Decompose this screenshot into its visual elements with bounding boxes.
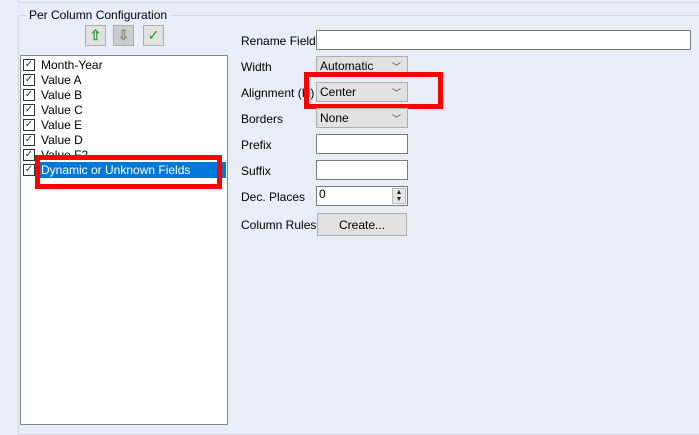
field-list[interactable]: ✓ Month-Year ✓ Value A ✓ Value B ✓ Value C ✓…: [20, 55, 228, 425]
chevron-down-icon: ﹀: [391, 61, 401, 72]
chevron-down-icon: ﹀: [391, 113, 401, 124]
arrow-up-icon: ⇧: [89, 27, 102, 43]
check-all-button[interactable]: ✓: [143, 25, 164, 46]
rename-field-label: Rename Field: [241, 34, 316, 48]
borders-select[interactable]: None ﹀: [316, 108, 408, 128]
checkmark-icon: ✓: [147, 27, 160, 43]
suffix-label: Suffix: [241, 164, 271, 178]
borders-label: Borders: [241, 112, 284, 126]
column-rules-label: Column Rules: [241, 218, 317, 232]
move-up-button[interactable]: ⇧: [85, 25, 106, 46]
checkbox[interactable]: ✓: [23, 58, 35, 71]
list-item[interactable]: ✓ Value D: [23, 132, 226, 147]
rename-field-input[interactable]: [316, 30, 691, 50]
borders-value: None: [320, 111, 349, 125]
width-value: Automatic: [320, 59, 374, 73]
group-title: Per Column Configuration: [26, 8, 171, 22]
spinner-arrows-icon[interactable]: ▲ ▼: [392, 188, 406, 204]
move-down-button[interactable]: ⇩: [113, 25, 134, 46]
checkbox[interactable]: ✓: [23, 133, 35, 146]
checkbox[interactable]: ✓: [23, 88, 35, 101]
create-rule-button[interactable]: Create...: [317, 213, 407, 236]
checkbox[interactable]: ✓: [23, 103, 35, 116]
suffix-input[interactable]: [316, 160, 408, 180]
width-label: Width: [241, 60, 272, 74]
highlight-box-alignment: [304, 72, 443, 109]
prefix-input[interactable]: [316, 134, 408, 154]
dec-places-value: 0: [319, 187, 326, 201]
list-item[interactable]: ✓ Value A: [23, 72, 226, 87]
list-item[interactable]: ✓ Month-Year: [23, 57, 226, 72]
dec-places-label: Dec. Places: [241, 190, 306, 204]
arrow-down-icon: ⇩: [117, 27, 130, 43]
checkbox[interactable]: ✓: [23, 163, 35, 176]
prefix-label: Prefix: [241, 138, 272, 152]
list-item[interactable]: ✓ Value E: [23, 117, 226, 132]
checkbox[interactable]: ✓: [23, 118, 35, 131]
list-item[interactable]: ✓ Value B: [23, 87, 226, 102]
list-item[interactable]: ✓ Value C: [23, 102, 226, 117]
dec-places-stepper[interactable]: 0 ▲ ▼: [316, 186, 408, 206]
checkbox[interactable]: ✓: [23, 73, 35, 86]
highlight-box-field: [35, 155, 222, 189]
top-panel: [18, 0, 699, 3]
checkbox[interactable]: ✓: [23, 148, 35, 161]
